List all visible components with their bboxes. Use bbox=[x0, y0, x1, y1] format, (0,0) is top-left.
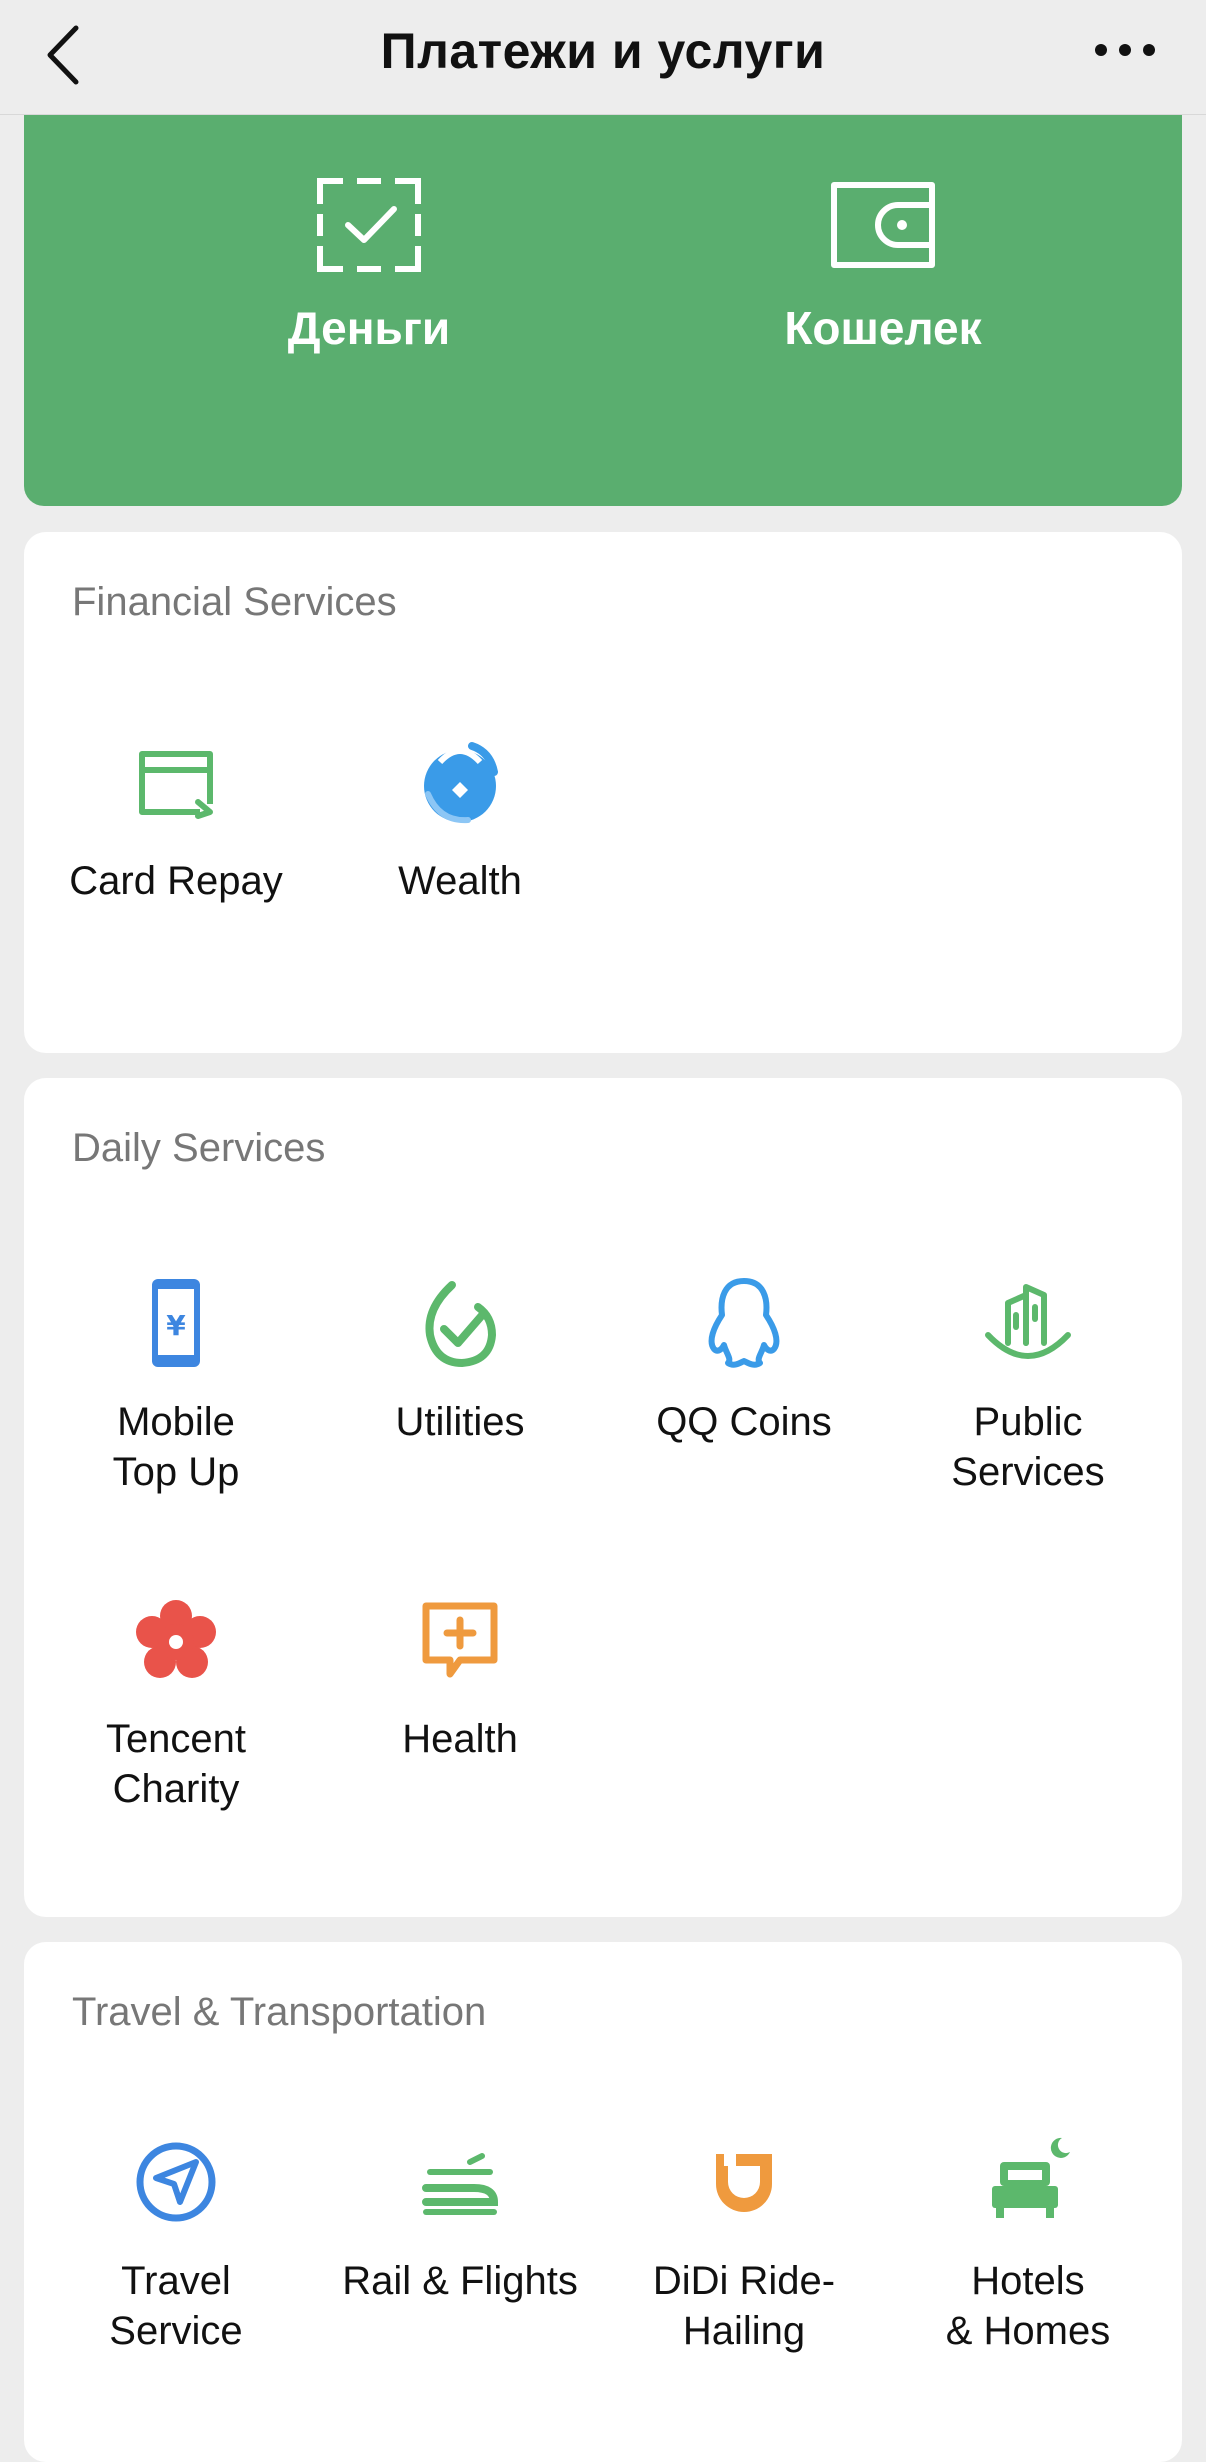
money-button[interactable]: Деньги bbox=[169, 175, 569, 355]
navigation-bar: Платежи и услуги bbox=[0, 0, 1206, 115]
wealth-icon bbox=[424, 742, 498, 824]
wallet-button[interactable]: Кошелек bbox=[683, 175, 1083, 355]
more-options-icon[interactable] bbox=[1090, 30, 1160, 70]
didi-ride-hailing-button[interactable]: DiDi Ride- Hailing bbox=[602, 2132, 886, 2356]
tile-label: Card Repay bbox=[69, 859, 283, 903]
health-icon bbox=[422, 1602, 498, 1678]
section-title: Daily Services bbox=[72, 1126, 326, 1170]
tile-label: QQ Coins bbox=[656, 1400, 832, 1444]
tile-label: Public Services bbox=[951, 1400, 1105, 1494]
payment-hero-panel: Деньги Кошелек bbox=[24, 115, 1182, 506]
tile-label: Rail & Flights bbox=[342, 2259, 578, 2303]
qq-coins-icon bbox=[708, 1278, 780, 1368]
travel-service-button[interactable]: Travel Service bbox=[34, 2132, 318, 2356]
travel-transportation-card: Travel & Transportation Travel Service R… bbox=[24, 1942, 1182, 2462]
tile-label: Travel Service bbox=[109, 2259, 243, 2353]
rail-flights-button[interactable]: Rail & Flights bbox=[318, 2132, 602, 2306]
public-services-icon bbox=[985, 1284, 1071, 1359]
tile-label: Health bbox=[402, 1717, 518, 1761]
utilities-button[interactable]: Utilities bbox=[318, 1273, 602, 1447]
tencent-charity-icon bbox=[136, 1600, 216, 1678]
scan-check-icon bbox=[317, 178, 421, 272]
hotels-homes-button[interactable]: Hotels & Homes bbox=[886, 2132, 1170, 2356]
section-title: Financial Services bbox=[72, 580, 397, 624]
tencent-charity-button[interactable]: Tencent Charity bbox=[34, 1590, 318, 1814]
tile-label: DiDi Ride- Hailing bbox=[652, 2259, 836, 2353]
didi-ride-hailing-icon bbox=[716, 2154, 772, 2212]
svg-text:¥: ¥ bbox=[166, 1309, 186, 1342]
health-button[interactable]: Health bbox=[318, 1590, 602, 1764]
mobile-top-up-button[interactable]: ¥ Mobile Top Up bbox=[34, 1273, 318, 1497]
tile-label: Tencent Charity bbox=[105, 1717, 247, 1811]
section-title: Travel & Transportation bbox=[72, 1990, 487, 2034]
utilities-icon bbox=[425, 1281, 497, 1368]
tile-label: Mobile Top Up bbox=[112, 1400, 240, 1494]
hotels-homes-icon bbox=[992, 2137, 1070, 2218]
money-label: Деньги bbox=[287, 302, 451, 354]
wallet-label: Кошелек bbox=[784, 302, 982, 354]
travel-service-icon bbox=[136, 2142, 216, 2222]
tile-label: Hotels & Homes bbox=[945, 2259, 1111, 2353]
tile-label: Wealth bbox=[398, 859, 522, 903]
financial-services-card: Financial Services Card Repay Wealth bbox=[24, 532, 1182, 1053]
mobile-top-up-icon: ¥ bbox=[152, 1279, 200, 1367]
daily-services-card: Daily Services ¥ Mobile Top Up Utilities… bbox=[24, 1078, 1182, 1917]
wallet-icon bbox=[831, 182, 935, 268]
page-title: Платежи и услуги bbox=[380, 23, 826, 79]
card-repay-icon bbox=[139, 751, 213, 819]
public-services-button[interactable]: Public Services bbox=[886, 1273, 1170, 1497]
wealth-button[interactable]: Wealth bbox=[318, 732, 602, 906]
tile-label: Utilities bbox=[395, 1400, 525, 1444]
rail-flights-icon bbox=[422, 2153, 499, 2215]
card-repay-button[interactable]: Card Repay bbox=[34, 732, 318, 906]
qq-coins-button[interactable]: QQ Coins bbox=[602, 1273, 886, 1447]
